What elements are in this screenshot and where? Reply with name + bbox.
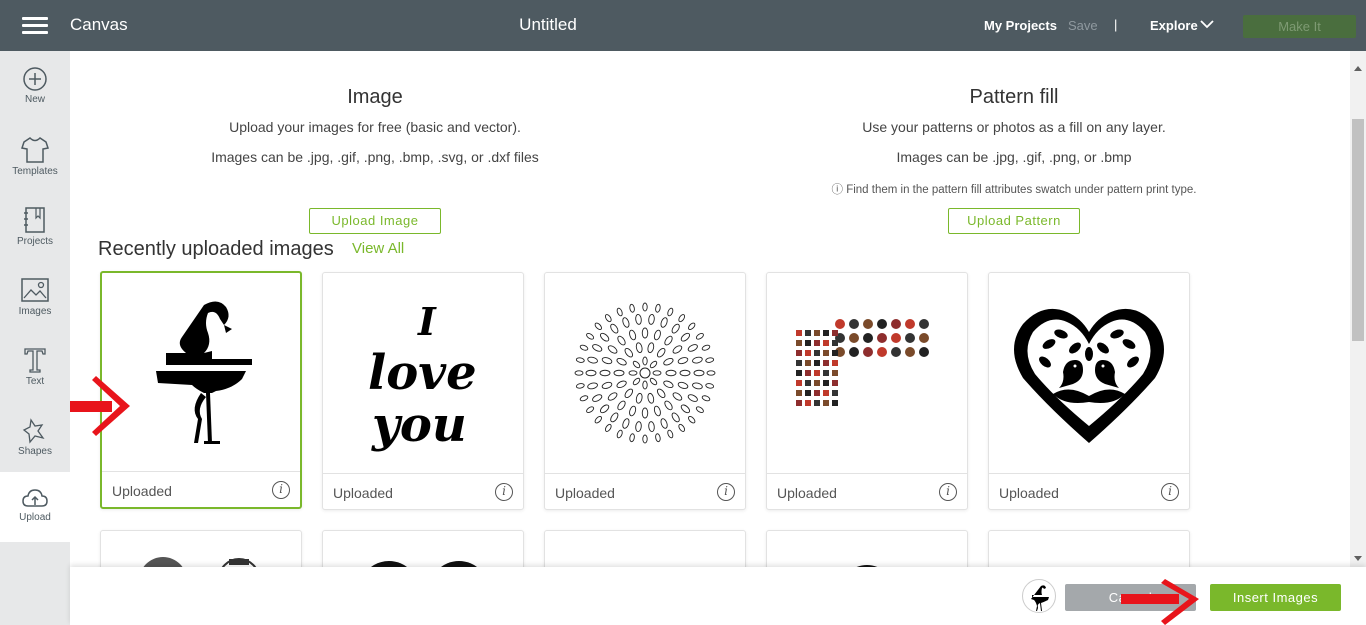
lettering-i: I <box>417 299 437 344</box>
main-scrollbar[interactable] <box>1350 51 1366 567</box>
upload-panel: Image Upload your images for free (basic… <box>70 51 1350 567</box>
selected-image-preview <box>1022 579 1056 613</box>
badge-collection-image <box>767 273 967 473</box>
make-it-button[interactable]: Make It <box>1243 15 1356 38</box>
lettering-love: love <box>368 345 477 401</box>
card-caption: Uploaded <box>112 483 172 499</box>
upload-pattern-button[interactable]: Upload Pattern <box>948 208 1080 234</box>
image-icon <box>21 278 49 302</box>
card-caption: Uploaded <box>999 485 1059 501</box>
red-arrow-annotation-icon <box>70 376 130 436</box>
save-link[interactable]: Save <box>1068 18 1098 33</box>
pattern-section-note: ⓘ Find them in the pattern fill attribut… <box>831 184 1197 196</box>
sidebar-item-upload[interactable]: Upload <box>0 472 70 542</box>
flamingo-image <box>102 273 300 473</box>
notebook-icon <box>24 207 45 233</box>
sidebar-item-label: Images <box>18 306 52 317</box>
pattern-section-line2: Images can be .jpg, .gif, .png, or .bmp <box>896 149 1132 165</box>
uploaded-image-card[interactable] <box>322 530 524 567</box>
uploaded-image-card[interactable] <box>544 530 746 567</box>
info-icon[interactable]: i <box>272 481 290 499</box>
uploaded-image-card[interactable] <box>100 530 302 567</box>
sidebar-item-label: Text <box>25 376 45 387</box>
bottom-action-bar: Cancel Insert Images <box>70 567 1366 625</box>
bird-heart-image <box>989 273 1189 473</box>
upload-image-button[interactable]: Upload Image <box>309 208 441 234</box>
text-icon <box>24 348 46 373</box>
floral-mandala-image <box>545 273 745 473</box>
uploaded-image-card[interactable]: Uploaded i <box>544 272 746 510</box>
lettering-you: you <box>371 397 467 453</box>
document-title: Untitled <box>519 15 577 34</box>
scroll-thumb[interactable] <box>1352 119 1364 341</box>
left-sidebar: New Templates Projects Images Text Shape… <box>0 51 70 625</box>
topbar-separator: | <box>1114 17 1118 32</box>
top-bar: Canvas Untitled My Projects Save | Explo… <box>0 0 1366 51</box>
sidebar-item-new[interactable]: New <box>0 66 70 136</box>
my-projects-link[interactable]: My Projects <box>984 18 1057 33</box>
i-love-you-lettering-image: I love you <box>323 273 523 473</box>
info-icon[interactable]: i <box>939 483 957 501</box>
view-all-link[interactable]: View All <box>352 240 404 257</box>
shapes-icon <box>22 418 45 444</box>
image-section-line2: Images can be .jpg, .gif, .png, .bmp, .s… <box>211 149 539 165</box>
red-arrow-annotation-icon <box>1121 579 1199 625</box>
uploaded-image-card[interactable]: I love you Uploaded i <box>322 272 524 510</box>
uploaded-image-card[interactable]: Uploaded i <box>988 272 1190 510</box>
card-caption: Uploaded <box>333 485 393 501</box>
sidebar-item-label: Templates <box>12 166 58 177</box>
image-section-line1: Upload your images for free (basic and v… <box>229 119 521 135</box>
tshirt-icon <box>21 137 49 163</box>
sidebar-item-templates[interactable]: Templates <box>0 136 70 206</box>
sidebar-item-label: Shapes <box>18 446 52 457</box>
pattern-section-line1: Use your patterns or photos as a fill on… <box>862 119 1166 135</box>
image-section-title: Image <box>347 86 403 108</box>
info-icon[interactable]: i <box>495 483 513 501</box>
plus-circle-icon <box>23 67 47 91</box>
chevron-down-icon[interactable] <box>1200 19 1214 29</box>
uploaded-image-card[interactable]: Uploaded i <box>766 272 968 510</box>
sidebar-item-projects[interactable]: Projects <box>0 206 70 276</box>
card-caption: Uploaded <box>555 485 615 501</box>
recent-uploads-title: Recently uploaded images <box>98 238 334 260</box>
scroll-up-arrow-icon[interactable] <box>1354 66 1362 71</box>
cloud-upload-icon <box>22 489 48 507</box>
info-icon[interactable]: i <box>1161 483 1179 501</box>
uploaded-image-card[interactable] <box>766 530 968 567</box>
info-icon[interactable]: i <box>717 483 735 501</box>
sidebar-item-label: Projects <box>16 236 54 247</box>
sidebar-item-text[interactable]: Text <box>0 346 70 416</box>
card-caption: Uploaded <box>777 485 837 501</box>
explore-menu[interactable]: Explore <box>1150 18 1198 33</box>
scroll-down-arrow-icon[interactable] <box>1354 556 1362 561</box>
sidebar-item-images[interactable]: Images <box>0 276 70 346</box>
uploaded-image-card[interactable] <box>988 530 1190 567</box>
pattern-section-title: Pattern fill <box>969 86 1059 108</box>
sidebar-item-label: Upload <box>19 512 51 523</box>
sidebar-item-label: New <box>24 94 45 105</box>
insert-images-button[interactable]: Insert Images <box>1210 584 1341 611</box>
